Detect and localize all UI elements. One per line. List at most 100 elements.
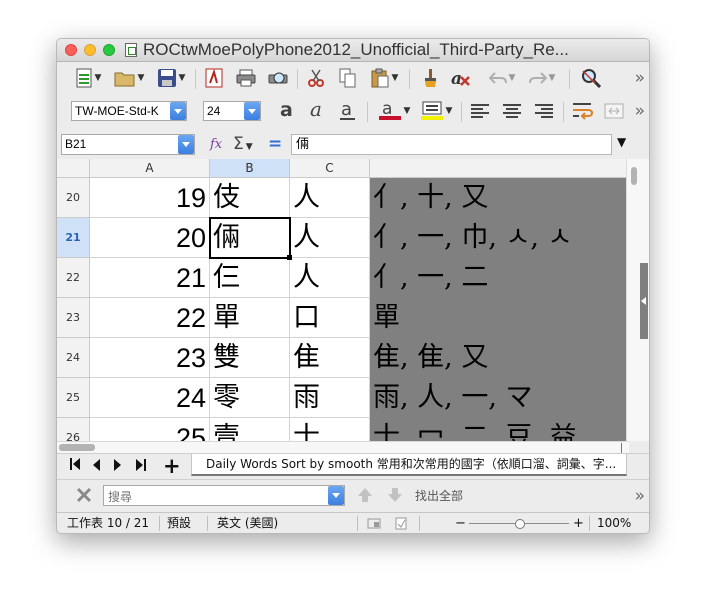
table-cell-c[interactable]: 雨 [290,378,370,418]
cut-button[interactable] [303,66,329,90]
row-header[interactable]: 22 [57,258,90,298]
vertical-scrollbar[interactable] [626,159,649,441]
save-button[interactable]: ▼ [153,66,189,90]
table-cell-c[interactable]: 人 [290,218,370,258]
document-modified-icon[interactable] [395,517,407,533]
table-cell-a[interactable]: 20 [90,218,210,258]
find-bar-overflow-button[interactable]: » [635,486,645,506]
find-all-button[interactable]: 找出全部 [415,480,463,513]
row-header[interactable]: 24 [57,338,90,378]
expand-formula-icon[interactable]: ▼ [617,135,626,149]
zoom-out-button[interactable]: − [455,513,466,533]
table-cell-b[interactable]: 壹 [210,418,290,441]
column-header-c[interactable]: C [290,159,370,178]
close-find-bar-button[interactable] [75,486,93,509]
vertical-scroll-thumb[interactable] [631,167,637,185]
chevron-down-icon[interactable] [328,486,344,505]
table-cell-b[interactable]: 雙 [210,338,290,378]
table-cell-d[interactable]: 亻, 十, 又 [370,178,626,218]
zoom-percent[interactable]: 100% [597,513,631,533]
table-cell-a[interactable]: 24 [90,378,210,418]
open-button[interactable]: ▼ [111,66,147,90]
table-cell-c[interactable]: 人 [290,258,370,298]
table-cell-a[interactable]: 25 [90,418,210,441]
align-left-button[interactable] [467,99,493,123]
first-sheet-button[interactable] [69,457,81,477]
paste-button[interactable]: ▼ [365,66,403,90]
table-cell-d[interactable]: 單 [370,298,626,338]
spreadsheet-grid[interactable]: A B C 20 19 伎 人 亻, 十, 又 21 20 倆 人 亻, 一, … [57,159,649,441]
formula-equals-button[interactable]: = [268,133,282,155]
toolbar-overflow-button[interactable]: » [635,68,645,88]
new-document-button[interactable]: ▼ [71,66,105,90]
table-cell-a[interactable]: 23 [90,338,210,378]
row-header-selected[interactable]: 21 [57,218,90,258]
merge-cells-button[interactable] [601,99,627,123]
formula-input[interactable]: 倆 [291,134,612,155]
undo-button[interactable]: ▼ [485,66,519,90]
font-name-combo[interactable]: TW-MOE-Std-K [71,101,187,121]
active-sheet-tab[interactable]: Daily Words Sort by smooth 常用和次常用的國字（依順口… [191,454,627,476]
table-cell-d[interactable]: 雨, 人, 一, マ [370,378,626,418]
export-pdf-button[interactable] [201,66,227,90]
function-wizard-icon[interactable]: fx [210,135,230,155]
table-cell-b[interactable]: 零 [210,378,290,418]
table-cell-b[interactable]: 倆 [210,218,290,258]
underline-button[interactable]: a [335,99,361,123]
find-next-button[interactable] [385,485,405,509]
bold-button[interactable]: a [275,99,301,123]
last-sheet-button[interactable] [135,457,147,476]
previous-sheet-button[interactable] [91,457,101,476]
fill-handle[interactable] [287,255,292,260]
chevron-down-icon[interactable] [178,135,194,154]
print-preview-button[interactable] [265,66,291,90]
zoom-in-button[interactable]: + [573,513,584,533]
table-cell-d[interactable]: 亻, 一, 巾, ㅅ, ㅅ [370,218,626,258]
italic-button[interactable]: a [305,99,331,123]
font-size-combo[interactable]: 24 [203,101,261,121]
find-replace-button[interactable] [577,66,605,90]
next-sheet-button[interactable] [113,457,123,476]
align-right-button[interactable] [531,99,557,123]
table-cell-c[interactable]: 士 [290,418,370,441]
chevron-down-icon[interactable] [170,102,186,120]
align-center-button[interactable] [499,99,525,123]
table-cell-c[interactable]: 隹 [290,338,370,378]
select-all-corner[interactable] [57,159,90,178]
table-cell-a[interactable]: 19 [90,178,210,218]
table-cell-b[interactable]: 單 [210,298,290,338]
name-box[interactable]: B21 [61,134,195,155]
search-input[interactable] [104,486,330,507]
find-previous-button[interactable] [355,485,375,509]
minimize-window-button[interactable] [84,44,96,56]
zoom-slider-thumb[interactable] [515,519,525,529]
language-status[interactable]: 英文 (美國) [217,513,278,533]
horizontal-scroll-thumb[interactable] [59,444,95,451]
column-header-b[interactable]: B [210,159,290,178]
redo-button[interactable]: ▼ [525,66,559,90]
clone-formatting-button[interactable] [417,66,443,90]
page-style-status[interactable]: 預設 [167,513,191,533]
close-window-button[interactable] [65,44,77,56]
row-header[interactable]: 26 [57,418,90,441]
table-cell-d[interactable]: 隹, 隹, 又 [370,338,626,378]
table-cell-d[interactable]: 士, 冖, 二, 豆, 益 [370,418,626,441]
scrollbar-split-handle[interactable] [621,443,622,453]
row-header[interactable]: 23 [57,298,90,338]
font-color-button[interactable]: a ▼ [375,99,413,123]
wrap-text-button[interactable] [569,99,597,123]
table-cell-a[interactable]: 21 [90,258,210,298]
selection-mode-icon[interactable] [367,518,381,532]
zoom-slider[interactable] [469,519,569,529]
table-cell-d[interactable]: 亻, 一, 二 [370,258,626,298]
row-header[interactable]: 25 [57,378,90,418]
column-header-a[interactable]: A [90,159,210,178]
chevron-down-icon[interactable] [244,102,260,120]
print-button[interactable] [233,66,259,90]
add-sheet-button[interactable]: + [163,454,181,478]
table-cell-c[interactable]: 口 [290,298,370,338]
search-combo[interactable] [103,485,345,507]
clear-formatting-button[interactable]: a [447,66,475,90]
row-header[interactable]: 20 [57,178,90,218]
table-cell-b[interactable]: 仨 [210,258,290,298]
